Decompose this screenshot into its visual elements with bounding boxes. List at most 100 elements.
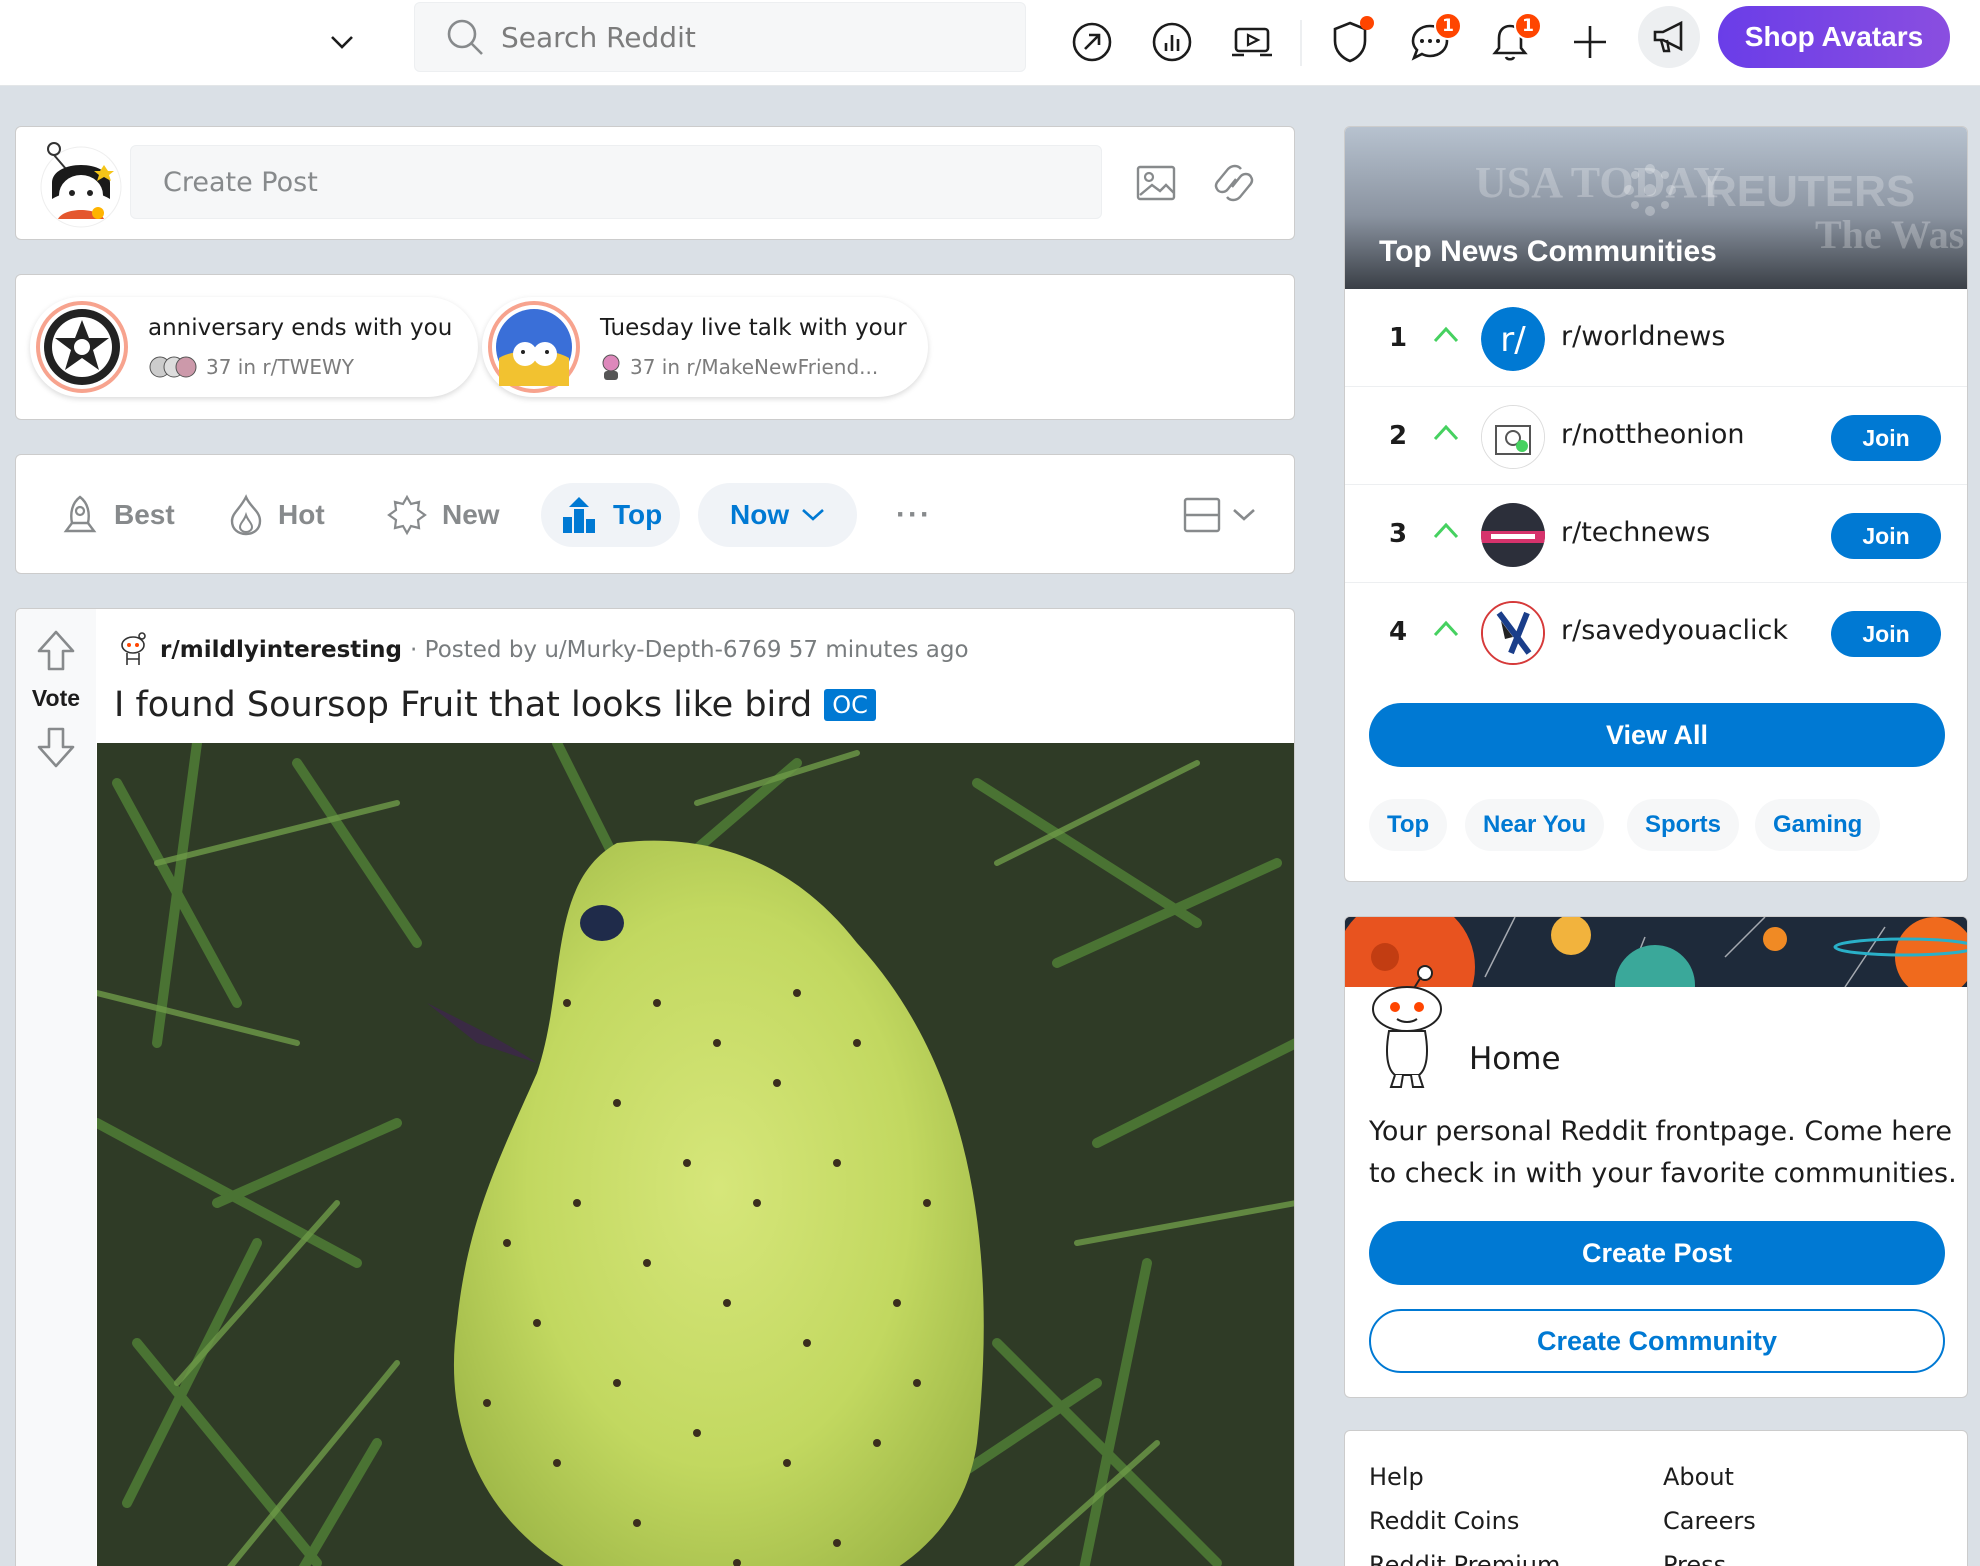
talk-item[interactable]: anniversary ends with you 37 in r/TWEWY bbox=[30, 297, 478, 397]
video-icon[interactable] bbox=[1224, 14, 1280, 70]
search-input[interactable]: Search Reddit bbox=[414, 2, 1026, 72]
plus-icon[interactable] bbox=[1562, 14, 1618, 70]
time-filter-dropdown[interactable]: Now bbox=[698, 483, 858, 547]
community-row[interactable]: 1 r/ r/worldnews bbox=[1345, 289, 1967, 387]
live-talks-card: anniversary ends with you 37 in r/TWEWY … bbox=[15, 274, 1295, 420]
card-title: Top News Communities bbox=[1379, 235, 1717, 268]
post-image[interactable] bbox=[97, 743, 1294, 1566]
image-icon[interactable] bbox=[1134, 161, 1178, 205]
footer-link-help[interactable]: Help bbox=[1369, 1463, 1424, 1491]
top-chart-icon bbox=[563, 497, 595, 533]
chip-sports[interactable]: Sports bbox=[1627, 799, 1740, 851]
popular-icon[interactable] bbox=[1064, 14, 1120, 70]
search-icon bbox=[447, 19, 483, 55]
sort-hot[interactable]: Hot bbox=[228, 483, 325, 547]
talk-item[interactable]: Tuesday live talk with your 37 in r/Make… bbox=[482, 297, 928, 397]
talk-meta: 37 in r/TWEWY bbox=[148, 353, 354, 381]
community-rank: 2 bbox=[1389, 421, 1408, 451]
join-button[interactable]: Join bbox=[1831, 415, 1941, 461]
megaphone-icon[interactable] bbox=[1638, 6, 1700, 68]
home-title: Home bbox=[1469, 1041, 1561, 1077]
create-post-input[interactable]: Create Post bbox=[130, 145, 1102, 219]
footer-link-about[interactable]: About bbox=[1663, 1463, 1734, 1491]
join-button[interactable]: Join bbox=[1831, 513, 1941, 559]
footer-link-press[interactable]: Press bbox=[1663, 1551, 1726, 1566]
listeners-icon bbox=[149, 356, 197, 378]
community-avatar bbox=[1481, 601, 1545, 665]
community-name[interactable]: r/worldnews bbox=[1561, 321, 1725, 352]
reuters-logo bbox=[1624, 164, 1676, 216]
home-card: Home Your personal Reddit frontpage. Com… bbox=[1344, 916, 1968, 1398]
chat-badge: 1 bbox=[1434, 12, 1462, 40]
footer-link-careers[interactable]: Careers bbox=[1663, 1507, 1756, 1535]
soursop-photo bbox=[97, 743, 1294, 1566]
talk-meta: 37 in r/MakeNewFriend... bbox=[600, 353, 878, 381]
talk-avatar bbox=[36, 301, 128, 393]
footer-link-coins[interactable]: Reddit Coins bbox=[1369, 1507, 1519, 1535]
avatar[interactable] bbox=[34, 137, 128, 231]
footer-link-premium[interactable]: Reddit Premium bbox=[1369, 1551, 1560, 1566]
create-post-button[interactable]: Create Post bbox=[1369, 1221, 1945, 1285]
more-options[interactable]: ··· bbox=[896, 483, 932, 547]
community-name[interactable]: r/savedyouaclick bbox=[1561, 615, 1788, 646]
sort-top-label: Top bbox=[613, 499, 663, 530]
sort-new-label: New bbox=[442, 499, 500, 530]
talk-avatar bbox=[488, 301, 580, 393]
subreddit-icon[interactable] bbox=[116, 631, 150, 669]
search-placeholder: Search Reddit bbox=[501, 20, 696, 54]
talk-title: Tuesday live talk with your bbox=[600, 315, 907, 341]
sort-top[interactable]: Top bbox=[541, 483, 681, 547]
view-layout-dropdown[interactable] bbox=[1182, 483, 1270, 547]
community-row[interactable]: 3 r/technews Join bbox=[1345, 485, 1967, 583]
community-avatar bbox=[1481, 503, 1545, 567]
shield-icon[interactable] bbox=[1322, 14, 1378, 70]
community-row[interactable]: 4 r/savedyouaclick Join bbox=[1345, 583, 1967, 681]
subreddit-link[interactable]: r/mildlyinteresting bbox=[160, 637, 402, 663]
footer-links-card: Help Reddit Coins Reddit Premium About C… bbox=[1344, 1430, 1968, 1566]
sparkle-icon bbox=[387, 494, 427, 536]
chevron-down-icon[interactable] bbox=[322, 22, 362, 62]
link-icon[interactable] bbox=[1212, 161, 1256, 205]
bell-icon[interactable]: 1 bbox=[1482, 12, 1542, 70]
stats-icon[interactable] bbox=[1144, 14, 1200, 70]
shop-avatars-button[interactable]: Shop Avatars bbox=[1718, 6, 1950, 68]
talk-meta-text: 37 in r/TWEWY bbox=[206, 355, 354, 379]
downvote-icon[interactable] bbox=[36, 725, 76, 769]
rocket-icon bbox=[63, 495, 97, 533]
create-post-card: Create Post bbox=[15, 126, 1295, 240]
community-name[interactable]: r/nottheonion bbox=[1561, 419, 1745, 450]
chip-gaming[interactable]: Gaming bbox=[1755, 799, 1881, 851]
upvote-icon[interactable] bbox=[36, 629, 76, 673]
flame-icon bbox=[230, 494, 262, 536]
sort-new[interactable]: New bbox=[386, 483, 500, 547]
talk-title: anniversary ends with you bbox=[148, 315, 453, 341]
chat-icon[interactable]: 1 bbox=[1402, 12, 1462, 70]
banner-logo-wapo: The Was bbox=[1815, 212, 1965, 257]
layout-card-icon bbox=[1183, 497, 1221, 533]
community-rank: 3 bbox=[1389, 519, 1408, 549]
talk-meta-text: 37 in r/MakeNewFriend... bbox=[630, 355, 879, 379]
chevron-down-icon bbox=[1233, 509, 1255, 521]
post-meta: r/mildlyinteresting · Posted by u/Murky-… bbox=[116, 631, 969, 669]
community-rank: 4 bbox=[1389, 617, 1408, 647]
sort-best[interactable]: Best bbox=[60, 483, 175, 547]
join-button[interactable]: Join bbox=[1831, 611, 1941, 657]
sort-hot-label: Hot bbox=[278, 499, 325, 530]
post-byline[interactable]: · Posted by u/Murky-Depth-6769 57 minute… bbox=[410, 637, 969, 663]
trend-up-icon bbox=[1433, 522, 1459, 539]
trend-up-icon bbox=[1433, 424, 1459, 441]
sort-bar: Best Hot New Top Now ··· bbox=[15, 454, 1295, 574]
sort-best-label: Best bbox=[114, 499, 175, 530]
svg-text:r/: r/ bbox=[1500, 320, 1526, 360]
community-row[interactable]: 2 r/nottheonion Join bbox=[1345, 387, 1967, 485]
post-title[interactable]: I found Soursop Fruit that looks like bi… bbox=[114, 685, 876, 725]
top-communities-card: USA TODAY REUTERS The Was Top News Commu… bbox=[1344, 126, 1968, 882]
post-card[interactable]: Vote r/mildlyinteresting · Posted by u/M… bbox=[15, 608, 1295, 1566]
header-divider bbox=[1300, 20, 1302, 66]
chip-top[interactable]: Top bbox=[1369, 799, 1448, 851]
chip-near-you[interactable]: Near You bbox=[1465, 799, 1605, 851]
community-name[interactable]: r/technews bbox=[1561, 517, 1710, 548]
banner-logo-reuters: REUTERS bbox=[1705, 167, 1916, 216]
view-all-button[interactable]: View All bbox=[1369, 703, 1945, 767]
create-community-button[interactable]: Create Community bbox=[1369, 1309, 1945, 1373]
